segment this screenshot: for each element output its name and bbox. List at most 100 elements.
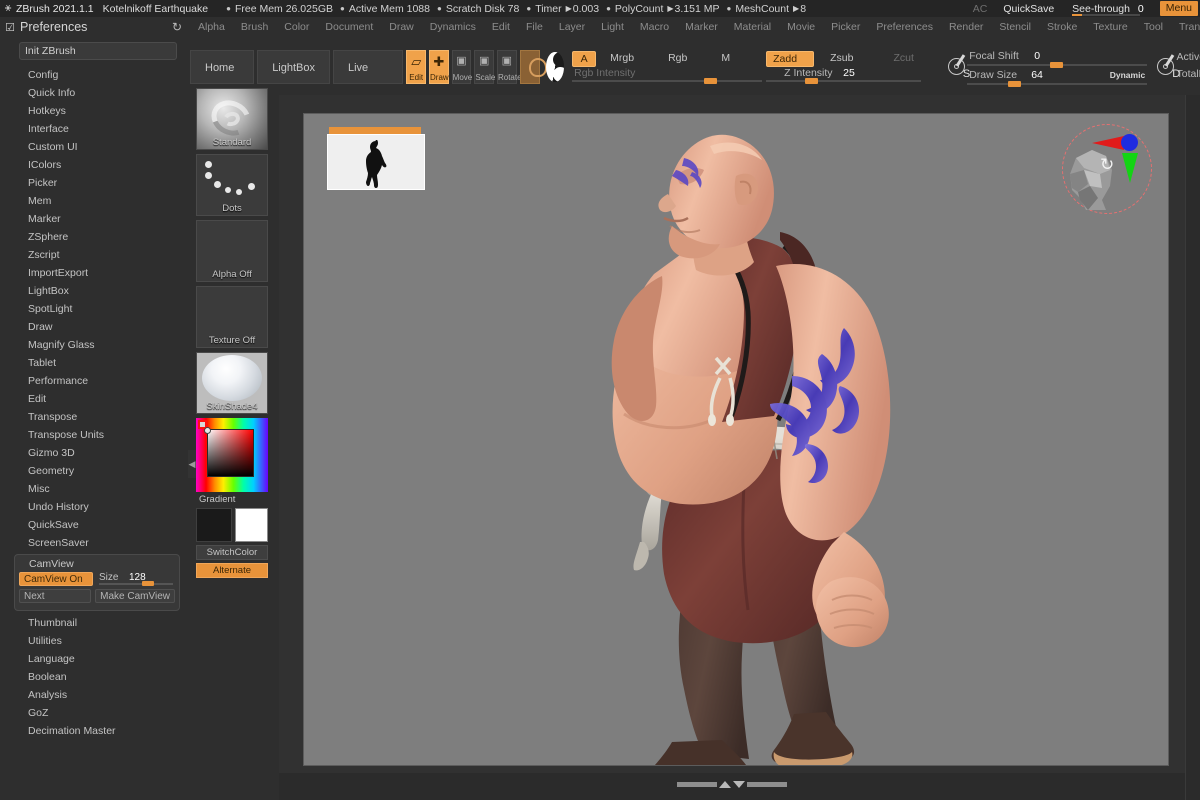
alpha-toggle[interactable]: A bbox=[572, 50, 597, 67]
see-through-slider[interactable]: See-through 0 bbox=[1072, 3, 1160, 16]
color-picker-field[interactable] bbox=[207, 429, 254, 477]
sidebar-item-spotlight[interactable]: SpotLight bbox=[0, 300, 190, 318]
draw-size-knob[interactable] bbox=[1008, 81, 1022, 87]
yin-yang-icon[interactable] bbox=[546, 52, 565, 82]
init-zbrush-button[interactable]: Init ZBrush bbox=[19, 42, 177, 60]
menu-item-file[interactable]: File bbox=[518, 21, 551, 33]
zsub-toggle[interactable]: Zsub bbox=[824, 51, 859, 67]
sidebar-item-edit[interactable]: Edit bbox=[0, 390, 190, 408]
menu-item-edit[interactable]: Edit bbox=[484, 21, 518, 33]
sidebar-item-zsphere[interactable]: ZSphere bbox=[0, 228, 190, 246]
menu-item-transform[interactable]: Transform bbox=[1171, 21, 1200, 33]
menu-item-layer[interactable]: Layer bbox=[551, 21, 593, 33]
sidebar-item-transpose-units[interactable]: Transpose Units bbox=[0, 426, 190, 444]
menu-item-preferences[interactable]: Preferences bbox=[868, 21, 941, 33]
brush-standard-swatch[interactable]: Standard bbox=[196, 88, 268, 150]
menu-item-stroke[interactable]: Stroke bbox=[1039, 21, 1085, 33]
menu-item-document[interactable]: Document bbox=[317, 21, 381, 33]
timer-arrow-icon[interactable]: ▶ bbox=[565, 4, 573, 13]
menu-item-tool[interactable]: Tool bbox=[1136, 21, 1171, 33]
sidebar-item-magnify-glass[interactable]: Magnify Glass bbox=[0, 336, 190, 354]
switch-color-button[interactable]: SwitchColor bbox=[196, 545, 268, 560]
sumo-warrior-character[interactable] bbox=[544, 114, 984, 765]
menu-item-picker[interactable]: Picker bbox=[823, 21, 868, 33]
sidebar-item-boolean[interactable]: Boolean bbox=[0, 668, 190, 686]
menu-item-render[interactable]: Render bbox=[941, 21, 991, 33]
sidebar-item-analysis[interactable]: Analysis bbox=[0, 686, 190, 704]
menu-item-alpha[interactable]: Alpha bbox=[190, 21, 233, 33]
viewport-canvas[interactable]: ↻ bbox=[303, 113, 1169, 766]
rgb-intensity-knob[interactable] bbox=[704, 78, 718, 84]
quicksave-button[interactable]: QuickSave bbox=[1003, 3, 1072, 15]
sidebar-item-draw[interactable]: Draw bbox=[0, 318, 190, 336]
secondary-color-swatch[interactable] bbox=[235, 508, 268, 542]
menu-item-light[interactable]: Light bbox=[593, 21, 632, 33]
sidebar-item-undo-history[interactable]: Undo History bbox=[0, 498, 190, 516]
sidebar-item-gizmo-3d[interactable]: Gizmo 3D bbox=[0, 444, 190, 462]
menu-button[interactable]: Menu bbox=[1159, 1, 1198, 16]
sidebar-item-misc[interactable]: Misc bbox=[0, 480, 190, 498]
polycount-arrow-icon[interactable]: ▶ bbox=[666, 4, 674, 13]
sidebar-item-custom-ui[interactable]: Custom UI bbox=[0, 138, 190, 156]
primary-color-swatch[interactable] bbox=[196, 508, 232, 542]
ac-button[interactable]: AC bbox=[973, 3, 1004, 15]
rgb-intensity-slider[interactable]: Rgb Intensity bbox=[572, 67, 763, 84]
sidebar-item-marker[interactable]: Marker bbox=[0, 210, 190, 228]
sidebar-item-screensaver[interactable]: ScreenSaver bbox=[0, 534, 190, 552]
sidebar-item-decimation-master[interactable]: Decimation Master bbox=[0, 722, 190, 740]
focal-shift-knob[interactable] bbox=[1050, 62, 1064, 68]
material-sphere-icon[interactable] bbox=[519, 50, 547, 84]
menu-item-draw[interactable]: Draw bbox=[381, 21, 422, 33]
sidebar-item-mem[interactable]: Mem bbox=[0, 192, 190, 210]
sidebar-item-geometry[interactable]: Geometry bbox=[0, 462, 190, 480]
focal-shift-slider[interactable]: Focal Shift 0 bbox=[967, 50, 1148, 68]
sidebar-item-interface[interactable]: Interface bbox=[0, 120, 190, 138]
tab-lightbox[interactable]: LightBox bbox=[257, 50, 330, 84]
menu-item-stencil[interactable]: Stencil bbox=[991, 21, 1039, 33]
color-picker[interactable] bbox=[196, 418, 268, 492]
sidebar-item-tablet[interactable]: Tablet bbox=[0, 354, 190, 372]
sidebar-item-transpose[interactable]: Transpose bbox=[0, 408, 190, 426]
character-silhouette-thumbnail[interactable] bbox=[327, 127, 425, 190]
z-intensity-knob[interactable] bbox=[805, 78, 819, 84]
menu-item-brush[interactable]: Brush bbox=[233, 21, 276, 33]
meshcount-arrow-icon[interactable]: ▶ bbox=[792, 4, 800, 13]
move-mode-button[interactable]: ▣ Move bbox=[451, 50, 472, 84]
sidebar-item-lightbox[interactable]: LightBox bbox=[0, 282, 190, 300]
z-intensity-slider[interactable]: Z Intensity 25 bbox=[766, 67, 922, 84]
menu-item-macro[interactable]: Macro bbox=[632, 21, 677, 33]
make-camview-button[interactable]: Make CamView bbox=[95, 589, 175, 603]
menu-item-marker[interactable]: Marker bbox=[677, 21, 726, 33]
zadd-toggle[interactable]: Zadd bbox=[766, 50, 815, 67]
sidebar-item-hotkeys[interactable]: Hotkeys bbox=[0, 102, 190, 120]
camview-next-button[interactable]: Next bbox=[19, 589, 92, 603]
tab-home-page[interactable]: Home Page bbox=[190, 50, 255, 108]
rgb-toggle[interactable]: Rgb bbox=[662, 51, 693, 67]
scale-mode-button[interactable]: ▣ Scale bbox=[474, 50, 495, 84]
texture-swatch[interactable]: Texture Off bbox=[196, 286, 268, 348]
draw-mode-button[interactable]: ✚ Draw bbox=[429, 50, 449, 84]
alpha-swatch[interactable]: Alpha Off bbox=[196, 220, 268, 282]
rotate-mode-button[interactable]: ▣ Rotate bbox=[496, 50, 522, 84]
triangle-up-icon[interactable] bbox=[719, 781, 731, 788]
edit-mode-button[interactable]: ▱ Edit bbox=[406, 50, 427, 84]
rotate-arrow-icon[interactable]: ↻ bbox=[1100, 155, 1114, 175]
alternate-button[interactable]: Alternate bbox=[196, 563, 268, 578]
camview-size-slider[interactable]: Size 128 bbox=[97, 572, 175, 586]
mrgb-toggle[interactable]: Mrgb bbox=[604, 51, 640, 67]
refresh-icon[interactable]: ↻ bbox=[164, 20, 190, 34]
sidebar-item-performance[interactable]: Performance bbox=[0, 372, 190, 390]
sidebar-item-importexport[interactable]: ImportExport bbox=[0, 264, 190, 282]
canvas-scroll-grip[interactable] bbox=[677, 781, 787, 788]
palette-collapse-handle[interactable]: ◀ bbox=[188, 450, 196, 478]
menu-item-color[interactable]: Color bbox=[276, 21, 317, 33]
triangle-down-icon[interactable] bbox=[733, 781, 745, 788]
right-panel-strip[interactable] bbox=[1185, 95, 1200, 800]
camview-widget[interactable]: ↻ bbox=[1060, 122, 1156, 218]
menu-item-texture[interactable]: Texture bbox=[1085, 21, 1135, 33]
zcut-toggle[interactable]: Zcut bbox=[887, 51, 919, 67]
sidebar-item-thumbnail[interactable]: Thumbnail bbox=[0, 614, 190, 632]
camview-size-knob[interactable] bbox=[142, 581, 154, 586]
menu-item-material[interactable]: Material bbox=[726, 21, 779, 33]
checkbox-checked-icon[interactable]: ☑ bbox=[0, 21, 20, 34]
